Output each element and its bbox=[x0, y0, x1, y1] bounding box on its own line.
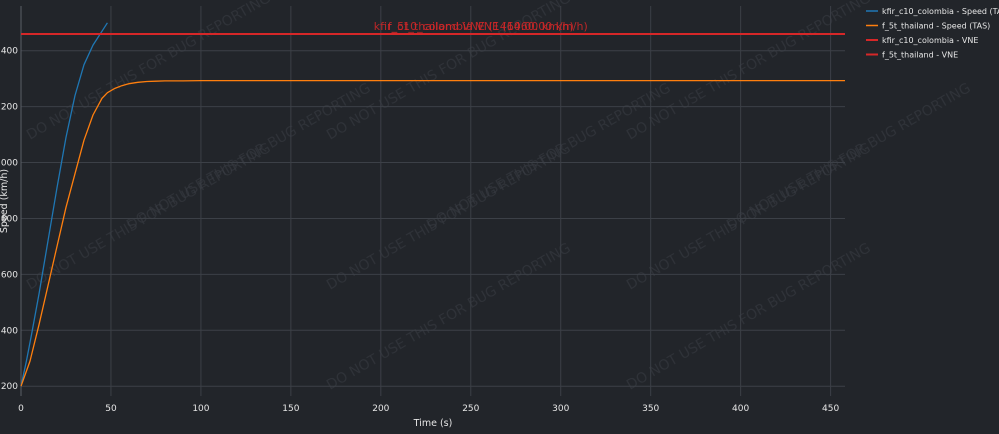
x-tick-label: 200 bbox=[372, 404, 389, 414]
x-tick-label: 350 bbox=[642, 404, 659, 414]
x-tick-label: 0 bbox=[18, 404, 24, 414]
x-tick-label: 250 bbox=[462, 404, 479, 414]
watermark-text: DO NOT USE THIS FOR BUG REPORTING bbox=[424, 80, 674, 233]
x-axis-title: Time (s) bbox=[413, 418, 453, 429]
legend-item-label: kfir_c10_colombia - VNE bbox=[882, 36, 978, 45]
series-line-0 bbox=[20, 22, 108, 387]
y-tick-label: 600 bbox=[1, 270, 18, 280]
y-tick-label: 400 bbox=[1, 326, 18, 336]
legend-item-label: f_5t_thailand - VNE bbox=[882, 51, 958, 60]
x-tick-label: 150 bbox=[282, 404, 299, 414]
y-axis-title: Speed (km/h) bbox=[0, 169, 10, 233]
y-tick-label: 1000 bbox=[0, 159, 18, 169]
watermark-text: DO NOT USE THIS FOR BUG REPORTING bbox=[124, 80, 374, 233]
vne-annotation: f_5t_thailand VNE (1460.00 km/h) bbox=[388, 20, 574, 33]
y-tick-label: 1400 bbox=[0, 47, 18, 57]
x-tick-label: 450 bbox=[822, 404, 839, 414]
watermark-text: DO NOT USE THIS FOR BUG REPORTING bbox=[724, 80, 974, 233]
y-tick-label: 1200 bbox=[0, 103, 18, 113]
speed-chart: DO NOT USE THIS FOR BUG REPORTING DO NOT … bbox=[0, 0, 999, 429]
y-tick-label: 200 bbox=[1, 382, 18, 392]
x-tick-label: 100 bbox=[192, 404, 209, 414]
legend-item-label: f_5t_thailand - Speed (TAS) bbox=[882, 22, 990, 31]
watermark-text: DO NOT USE THIS FOR BUG REPORTING bbox=[24, 0, 274, 143]
watermark-text: DO NOT USE THIS FOR BUG REPORTING bbox=[624, 0, 874, 143]
x-tick-label: 400 bbox=[732, 404, 749, 414]
legend: kfir_c10_colombia - Speed (TAS) f_5t_thai… bbox=[866, 7, 999, 60]
x-tick-label: 300 bbox=[552, 404, 569, 414]
x-tick-label: 50 bbox=[105, 404, 117, 414]
legend-item-label: kfir_c10_colombia - Speed (TAS) bbox=[882, 7, 999, 16]
annotation-layer: kfir_c10_colombia VNE (1460.00 km/h)f_5t… bbox=[374, 20, 588, 33]
